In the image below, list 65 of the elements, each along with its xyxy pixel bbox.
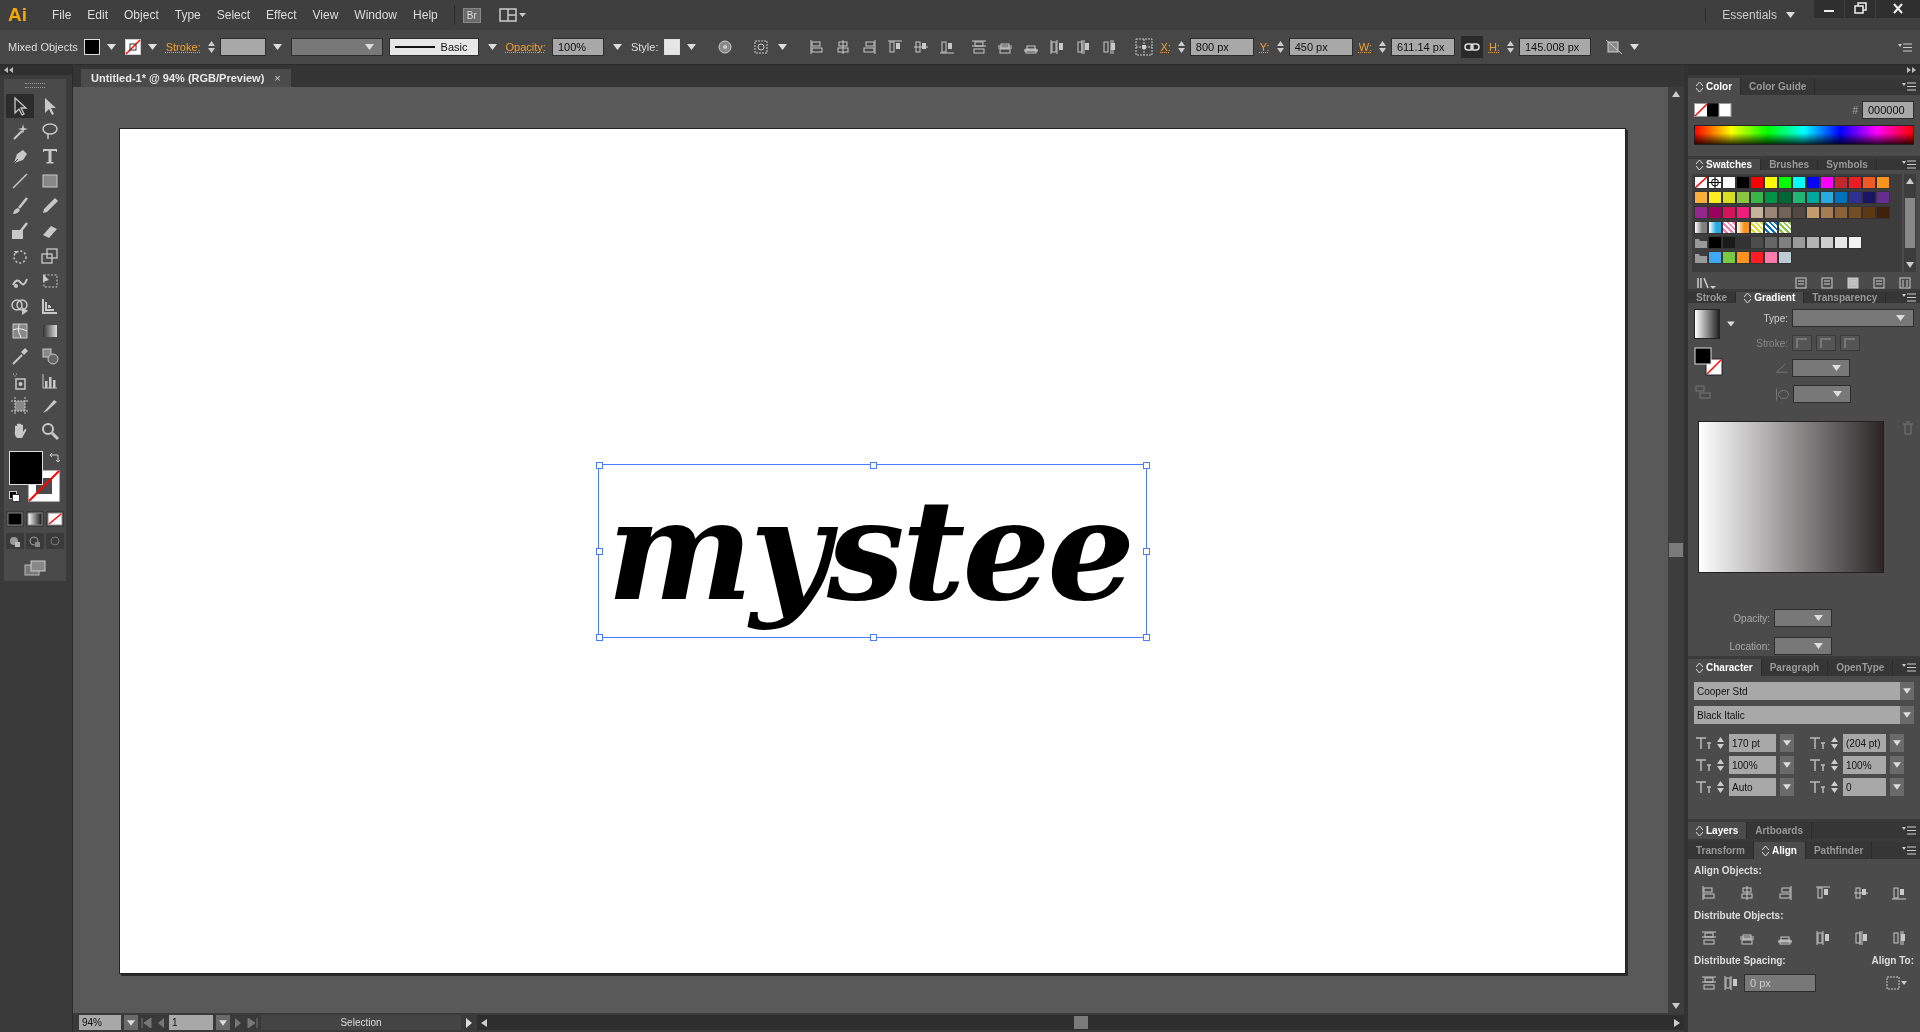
x-field[interactable]: 800 px xyxy=(1189,38,1254,56)
menu-item[interactable]: View xyxy=(304,8,347,22)
style-label: Style: xyxy=(630,41,659,53)
panel-tab[interactable]: Pathfinder xyxy=(1805,842,1873,859)
character-field[interactable]: Auto xyxy=(1729,778,1776,796)
panel-tab[interactable]: Symbols xyxy=(1818,159,1877,170)
panel-tab[interactable]: Character xyxy=(1688,659,1762,676)
panel-tab[interactable]: Layers xyxy=(1688,822,1748,839)
zoom-field[interactable]: 94% xyxy=(79,1015,121,1030)
menu-item[interactable]: Effect xyxy=(258,8,305,22)
character-field[interactable]: 170 pt xyxy=(1729,734,1776,752)
brush-dropdown[interactable]: Basic xyxy=(388,38,479,56)
panel-tab[interactable]: Swatches xyxy=(1688,159,1762,170)
character-field[interactable]: 100% xyxy=(1843,756,1886,774)
panel-tab[interactable]: Artboards xyxy=(1747,822,1813,839)
menu-item[interactable]: File xyxy=(44,8,80,22)
panel-tab[interactable]: Color xyxy=(1688,78,1742,95)
character-field[interactable]: 100% xyxy=(1729,756,1776,774)
location-label: Location: xyxy=(1728,640,1770,652)
panel-tab[interactable]: Transparency xyxy=(1804,292,1887,303)
font-style-dropdown[interactable]: Black Italic xyxy=(1694,706,1900,724)
opacity-field[interactable]: 100% xyxy=(551,38,604,56)
width-field[interactable]: 611.14 px xyxy=(1390,38,1455,56)
hex-field[interactable]: 000000 xyxy=(1862,101,1914,119)
section-label: Align Objects: xyxy=(1694,865,1763,876)
menu-item[interactable]: Edit xyxy=(79,8,117,22)
panel-tab[interactable]: Color Guide xyxy=(1741,78,1816,95)
coordinate-label[interactable]: Y: xyxy=(1259,41,1270,53)
section-label: Distribute Objects: xyxy=(1694,910,1785,921)
panel-tab[interactable]: Gradient xyxy=(1736,292,1805,303)
stroke-label[interactable]: Stroke: xyxy=(165,41,201,53)
document-title: Untitled-1* @ 94% (RGB/Preview) xyxy=(91,72,265,84)
height-field[interactable]: 145.008 px xyxy=(1518,38,1591,56)
coordinate-label[interactable]: W: xyxy=(1358,41,1372,53)
menu-item[interactable]: Window xyxy=(346,8,406,22)
character-field[interactable]: (204 pt) xyxy=(1843,734,1886,752)
font-family-dropdown[interactable]: Cooper Std xyxy=(1694,682,1900,700)
type-label: Type: xyxy=(1762,312,1788,324)
section-label: Align To: xyxy=(1871,955,1914,966)
bridge-button[interactable]: Br xyxy=(462,7,481,23)
panel-tab[interactable]: OpenType xyxy=(1828,659,1894,676)
stroke-label: Stroke: xyxy=(1755,337,1788,349)
menu-item[interactable]: Object xyxy=(116,8,167,22)
panel-tab[interactable]: Transform xyxy=(1688,842,1754,859)
y-field[interactable]: 450 px xyxy=(1288,38,1353,56)
opacity-label: Opacity: xyxy=(1732,612,1770,624)
page-field[interactable]: 1 xyxy=(169,1015,213,1030)
selection-label: Mixed Objects xyxy=(8,41,78,53)
app-logo: Ai xyxy=(7,4,28,26)
menu-item[interactable]: Type xyxy=(166,8,209,22)
coordinate-label[interactable]: X: xyxy=(1160,41,1171,53)
current-tool-label: Selection xyxy=(261,1015,461,1030)
hex-label: # xyxy=(1852,104,1858,116)
menu-item[interactable]: Help xyxy=(405,8,446,22)
panel-tab[interactable]: Paragraph xyxy=(1761,659,1829,676)
panel-tab[interactable]: Brushes xyxy=(1761,159,1819,170)
artwork-text[interactable]: mystee xyxy=(598,465,1147,637)
menu-item[interactable]: Select xyxy=(208,8,259,22)
document-tab[interactable]: Untitled-1* @ 94% (RGB/Preview) × xyxy=(81,69,291,87)
coordinate-label[interactable]: H: xyxy=(1488,41,1500,53)
character-field[interactable]: 0 xyxy=(1843,778,1886,796)
close-tab-button[interactable]: × xyxy=(274,72,281,84)
panel-tab[interactable]: Align xyxy=(1753,842,1806,859)
section-label: Distribute Spacing: xyxy=(1694,955,1786,966)
opacity-label[interactable]: Opacity: xyxy=(505,41,546,53)
